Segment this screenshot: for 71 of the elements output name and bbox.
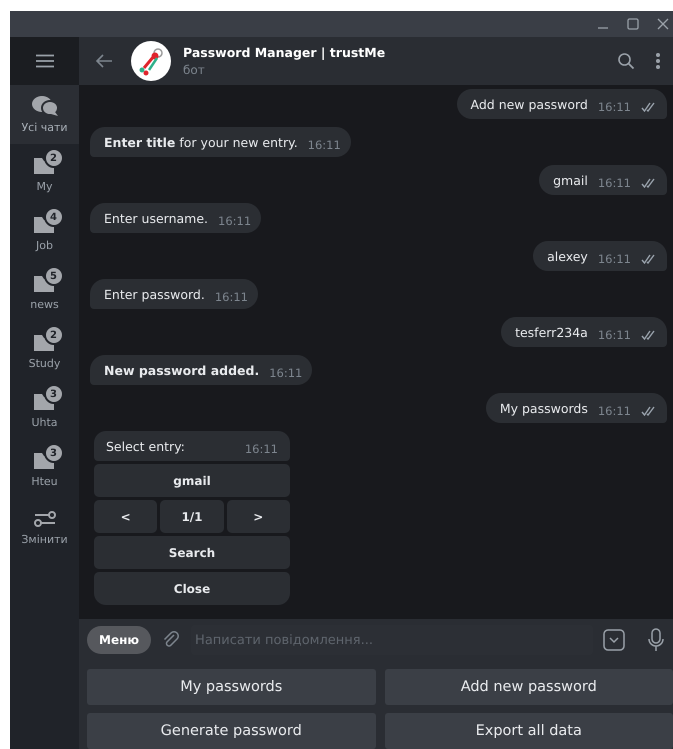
folder-tab[interactable]: 2 Study <box>10 321 79 380</box>
inline-button[interactable]: 1/1 <box>160 500 224 533</box>
folder-label: Uhta <box>31 416 58 429</box>
message-text: tesferr234a <box>515 324 588 340</box>
message-text: Enter password. <box>104 286 205 302</box>
inline-button[interactable]: gmail <box>94 464 290 497</box>
double-check-icon <box>641 406 657 416</box>
keyboard-button[interactable]: My passwords <box>87 669 376 705</box>
inline-button[interactable]: Search <box>94 536 290 569</box>
message-time: 16:11 <box>214 290 248 304</box>
message-text: Enter title for your new entry. <box>104 134 298 150</box>
message-time: 16:11 <box>244 442 278 456</box>
chat-title: Password Manager | trustMe <box>183 45 386 60</box>
folder-tab[interactable]: 3 Uhta <box>10 380 79 439</box>
menu-pill-button[interactable]: Меню <box>87 626 152 654</box>
double-check-icon <box>641 254 657 264</box>
inline-button[interactable]: Close <box>94 572 290 605</box>
folder-label: Study <box>28 357 60 370</box>
folder-tab[interactable]: 5 news <box>10 262 79 321</box>
double-check-icon <box>641 102 657 112</box>
folder-label: Усі чати <box>21 121 68 134</box>
folder-tab[interactable]: Усі чати <box>10 85 79 144</box>
message-text: alexey <box>547 248 588 264</box>
folder-label: Змінити <box>21 533 68 546</box>
message-text: Add new password <box>470 96 588 112</box>
folder-label: Job <box>36 239 53 252</box>
menu-icon <box>34 54 54 68</box>
sticker-icon[interactable] <box>603 629 625 651</box>
keyboard-button[interactable]: Add new password <box>384 669 673 705</box>
message-text: Select entry: <box>106 438 185 454</box>
folder-label: Hteu <box>31 475 58 488</box>
unread-badge: 4 <box>44 207 64 227</box>
message-time: 16:11 <box>308 138 341 152</box>
unread-badge: 3 <box>44 384 64 404</box>
keyboard-button[interactable]: Export all data <box>384 713 673 749</box>
sliders-icon <box>32 509 56 529</box>
microphone-icon[interactable] <box>647 628 665 652</box>
search-icon[interactable] <box>617 52 635 70</box>
inline-button[interactable]: < <box>94 500 158 533</box>
folder-tab[interactable]: Змінити <box>10 498 79 557</box>
message-text: Enter username. <box>104 210 208 226</box>
chat-bubbles-icon <box>30 95 58 117</box>
menu-button[interactable] <box>10 37 79 85</box>
message-time: 16:11 <box>218 214 252 228</box>
unread-badge: 2 <box>44 325 64 345</box>
message-time: 16:11 <box>598 176 631 190</box>
folder-label: news <box>30 298 59 311</box>
keyboard-button[interactable]: Generate password <box>87 713 376 749</box>
message-time: 16:11 <box>269 366 302 380</box>
message-time: 16:11 <box>598 328 631 342</box>
double-check-icon <box>641 178 657 188</box>
back-arrow-icon[interactable] <box>95 53 113 69</box>
message-time: 16:11 <box>598 404 631 418</box>
message-text: gmail <box>553 172 588 188</box>
folder-tab[interactable]: 2 My <box>10 144 79 203</box>
folder-label: My <box>36 180 52 193</box>
unread-badge: 2 <box>44 148 64 168</box>
close-icon[interactable] <box>657 18 669 30</box>
message-text: New password added. <box>104 362 260 378</box>
maximize-icon[interactable] <box>627 18 639 30</box>
folder-tab[interactable]: 4 Job <box>10 203 79 262</box>
folder-tab[interactable]: 3 Hteu <box>10 439 79 498</box>
double-check-icon <box>641 330 657 340</box>
message-text: My passwords <box>500 400 588 416</box>
more-icon[interactable] <box>655 52 661 70</box>
unread-badge: 5 <box>44 266 64 286</box>
unread-badge: 3 <box>44 443 64 463</box>
chat-subtitle: бот <box>183 63 206 77</box>
inline-button[interactable]: > <box>226 500 290 533</box>
message-time: 16:11 <box>598 252 631 266</box>
message-time: 16:11 <box>598 100 631 114</box>
